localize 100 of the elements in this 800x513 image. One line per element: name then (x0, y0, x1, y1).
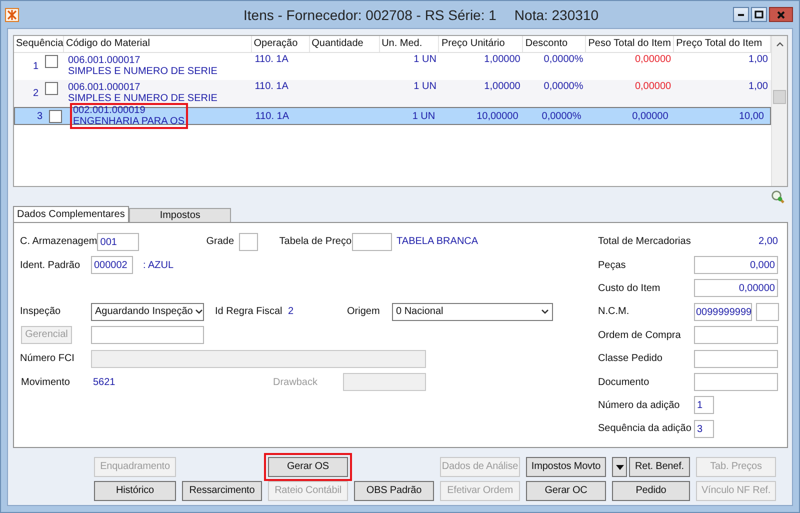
column-header[interactable]: Un. Med. (380, 36, 440, 52)
window-title: Itens - Fornecedor: 002708 - RS Série: 1 (244, 6, 496, 22)
input-field[interactable]: 001 (97, 232, 140, 251)
column-header[interactable]: Sequência (14, 36, 64, 52)
column-header[interactable]: Código do Material (64, 36, 252, 52)
table-cell: 110. 1A (255, 110, 289, 122)
input-field[interactable] (91, 326, 204, 344)
field-label: Origem (347, 306, 381, 318)
field-label: Custo do Item (598, 282, 662, 294)
input-field[interactable] (694, 350, 778, 368)
field-label: N.C.M. (598, 306, 630, 318)
checkbox[interactable] (44, 82, 58, 95)
dropdown[interactable]: 0 Nacional (392, 302, 553, 321)
table-cell: 0,0000% (544, 81, 584, 92)
field-label: Grade (206, 236, 236, 248)
close-icon (776, 10, 786, 20)
material-description: SIMPLES E NUMERO DE SERIE (68, 66, 218, 77)
input-field[interactable]: 1 (694, 396, 714, 414)
table-cell: 0,0000% (544, 54, 584, 65)
field-label: Classe Pedido (598, 353, 664, 364)
field-label: Número da adição (598, 400, 681, 411)
field-label: Movimento (21, 376, 71, 388)
input-field[interactable] (239, 232, 258, 251)
field-label: Número FCI (20, 353, 76, 364)
button[interactable]: Gerar OS (268, 457, 348, 477)
table-cell: 110. 1A (254, 54, 288, 65)
caret-icon (616, 464, 624, 470)
material-description: SIMPLES E NUMERO DE SERIE (68, 93, 218, 104)
table-cell: 0,00000 (632, 110, 668, 122)
column-header[interactable]: Quantidade (310, 36, 380, 52)
button[interactable]: Histórico (94, 481, 176, 501)
button[interactable]: Gerar OC (526, 481, 606, 501)
input-field[interactable]: 0,00000 (694, 279, 778, 298)
input-field[interactable]: 0,000 (694, 256, 778, 274)
table-cell: 0,00000 (634, 54, 672, 65)
row-number: 1 (33, 61, 39, 72)
row-number: 2 (33, 88, 39, 99)
input-field[interactable] (352, 232, 392, 251)
field-label: Total de Mercadorias (598, 236, 692, 248)
maximize-icon (754, 10, 764, 20)
material-code: 006.001.000017 (68, 55, 142, 66)
column-header[interactable]: Preço Unitário (439, 36, 524, 52)
dropdown[interactable]: Aguardando Inspeção (91, 302, 204, 321)
table-cell: 1,00 (748, 54, 768, 65)
invoice-number: Nota: 230310 (514, 6, 598, 22)
field-value: : AZUL (143, 260, 174, 271)
input-field[interactable] (756, 302, 779, 321)
button[interactable]: OBS Padrão (354, 481, 434, 501)
minimize-button[interactable] (733, 7, 749, 22)
scrollbar[interactable] (771, 36, 787, 186)
column-header[interactable]: Desconto (523, 36, 586, 52)
field-label: C. Armazenagem (20, 236, 98, 248)
field-label: Drawback (273, 376, 318, 388)
field-value: 5621 (93, 376, 116, 388)
table-cell: 10,00000 (476, 110, 518, 122)
button[interactable]: Ressarcimento (182, 481, 262, 501)
field-label: Ident. Padrão (20, 260, 82, 271)
table-cell: 1,00000 (484, 54, 520, 65)
scroll-up-icon[interactable] (776, 42, 784, 47)
caret-icon (194, 309, 203, 314)
column-header[interactable]: Operação (252, 36, 310, 52)
table-cell: 1 UN (414, 54, 436, 65)
minimize-icon (738, 14, 744, 16)
dropdown-button[interactable] (612, 457, 627, 477)
column-header[interactable]: Peso Total do Item (586, 36, 674, 52)
field-label: Peças (598, 260, 627, 271)
field-value: 2 (288, 306, 295, 318)
table-cell: 0,00000 (634, 81, 672, 92)
field-label: Id Regra Fiscal (215, 306, 284, 318)
caret-icon (541, 309, 549, 314)
field-label: Ordem de Compra (598, 330, 682, 341)
field-label: Tabela de Preço (279, 236, 352, 248)
table-cell: 0,0000% (542, 110, 582, 122)
close-button[interactable] (769, 7, 793, 22)
button[interactable]: Pedido (612, 481, 690, 501)
field-label: Documento (598, 376, 650, 388)
button[interactable]: Impostos Movto (526, 457, 606, 477)
button[interactable]: Ret. Benef. (629, 457, 690, 477)
table-cell: 110. 1A (254, 81, 288, 92)
field-value: TABELA BRANCA (396, 236, 478, 248)
field-value: 2,00 (758, 236, 778, 248)
tab[interactable]: Impostos (128, 208, 231, 222)
table-cell: 1 UN (414, 81, 436, 92)
field-label: Sequência da adição (598, 423, 692, 434)
tab[interactable]: Dados Complementares (13, 206, 129, 222)
maximize-button[interactable] (751, 7, 767, 22)
row-number: 3 (37, 110, 43, 122)
checkbox[interactable] (44, 55, 58, 68)
input-field[interactable]: 0099999999 (694, 302, 752, 321)
field-label: Inspeção (20, 306, 62, 318)
scroll-thumb[interactable] (773, 90, 786, 104)
material-code: 002.001.000019 (72, 105, 146, 116)
magnifier-icon[interactable] (771, 190, 785, 204)
checkbox[interactable] (48, 110, 62, 123)
input-field[interactable]: 000002 (91, 256, 133, 274)
table-cell: 10,00 (738, 110, 764, 122)
input-field[interactable]: 3 (694, 420, 714, 438)
input-field[interactable] (694, 373, 778, 392)
input-field[interactable] (694, 326, 778, 344)
table-cell: 1 UN (412, 110, 436, 122)
